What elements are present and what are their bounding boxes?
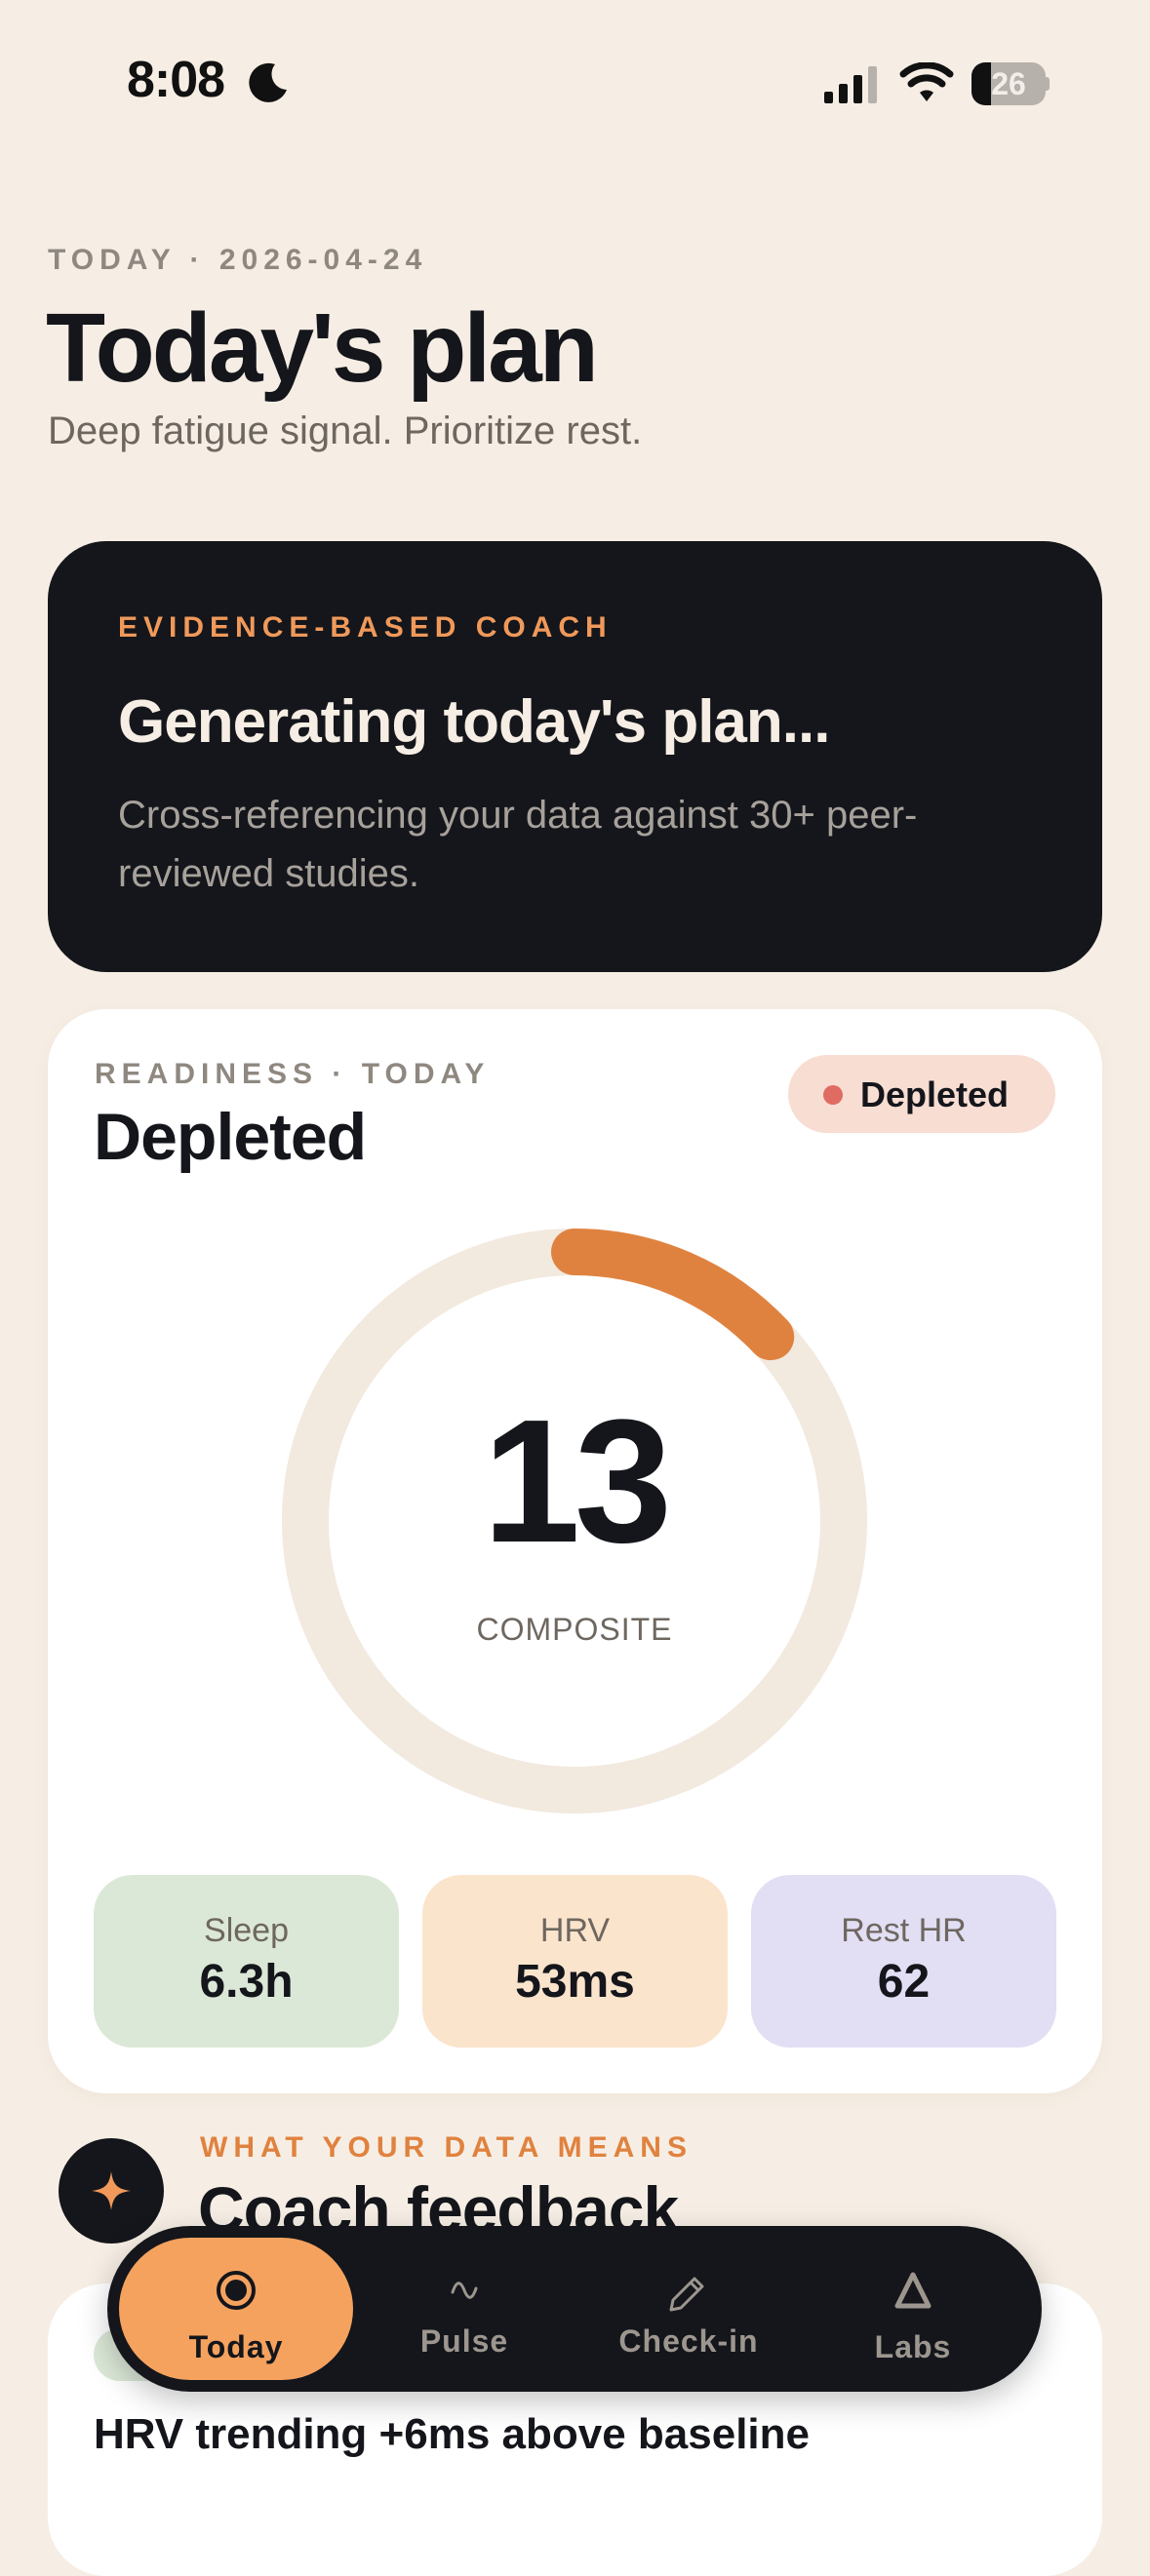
flask-icon [894, 2272, 932, 2309]
metric-tile-hrv[interactable]: HRV 53ms [422, 1875, 728, 2048]
coach-card[interactable]: EVIDENCE-BASED COACH Generating today's … [48, 541, 1102, 972]
metric-tile-sleep[interactable]: Sleep 6.3h [94, 1875, 399, 2048]
status-badge: Depleted [788, 1055, 1055, 1133]
moon-icon [249, 62, 287, 102]
metric-label: Rest HR [841, 1912, 967, 1949]
tab-label: Today [188, 2329, 284, 2364]
coach-eyebrow: EVIDENCE-BASED COACH [118, 611, 613, 644]
page-title: Today's plan [46, 293, 599, 403]
sparkle-icon [92, 2171, 131, 2210]
readiness-card[interactable]: READINESS · TODAY Depleted Depleted 13 C… [48, 1009, 1102, 2093]
target-icon [217, 2271, 256, 2310]
insight-title: HRV trending +6ms above baseline [94, 2410, 810, 2458]
status-time: 8:08 [127, 52, 225, 108]
readiness-eyebrow: READINESS · TODAY [95, 1058, 491, 1090]
tab-label: Check-in [618, 2323, 759, 2359]
metric-value: 53ms [515, 1956, 635, 2008]
readiness-score: 13 [482, 1384, 672, 1580]
wave-icon [451, 2282, 478, 2299]
metric-tile-rest-hr[interactable]: Rest HR 62 [751, 1875, 1056, 2048]
tab-labs[interactable]: Labs [796, 2238, 1030, 2380]
feedback-eyebrow: WHAT YOUR DATA MEANS [200, 2131, 693, 2164]
tab-pulse[interactable]: Pulse [347, 2238, 581, 2380]
tab-check-in[interactable]: Check-in [572, 2238, 806, 2380]
coach-body: Cross-referencing your data against 30+ … [118, 794, 918, 895]
readiness-state: Depleted [94, 1100, 367, 1174]
battery-level: 26 [991, 66, 1026, 101]
status-badge-label: Depleted [860, 1074, 1010, 1114]
metric-label: Sleep [204, 1912, 289, 1949]
metric-value: 62 [877, 1956, 931, 2008]
coach-avatar [59, 2138, 164, 2244]
wifi-icon [899, 62, 954, 101]
tab-label: Labs [874, 2329, 952, 2364]
battery-indicator: 26 [972, 62, 1050, 105]
metric-value: 6.3h [199, 1956, 294, 2008]
metric-label: HRV [539, 1912, 611, 1949]
bottom-tab-bar: Today Pulse Check-in Labs [107, 2226, 1042, 2392]
cellular-signal-icon [824, 66, 877, 103]
tab-label: Pulse [419, 2323, 509, 2359]
coach-heading: Generating today's plan... [118, 688, 830, 756]
tab-today[interactable]: Today [119, 2238, 353, 2380]
pencil-icon [669, 2277, 704, 2312]
status-bar: 8:08 26 [0, 0, 1150, 166]
readiness-score-caption: COMPOSITE [476, 1612, 673, 1647]
date-eyebrow: TODAY · 2026-04-24 [48, 244, 428, 276]
page-subtitle: Deep fatigue signal. Prioritize rest. [48, 410, 643, 452]
status-dot [823, 1085, 843, 1105]
